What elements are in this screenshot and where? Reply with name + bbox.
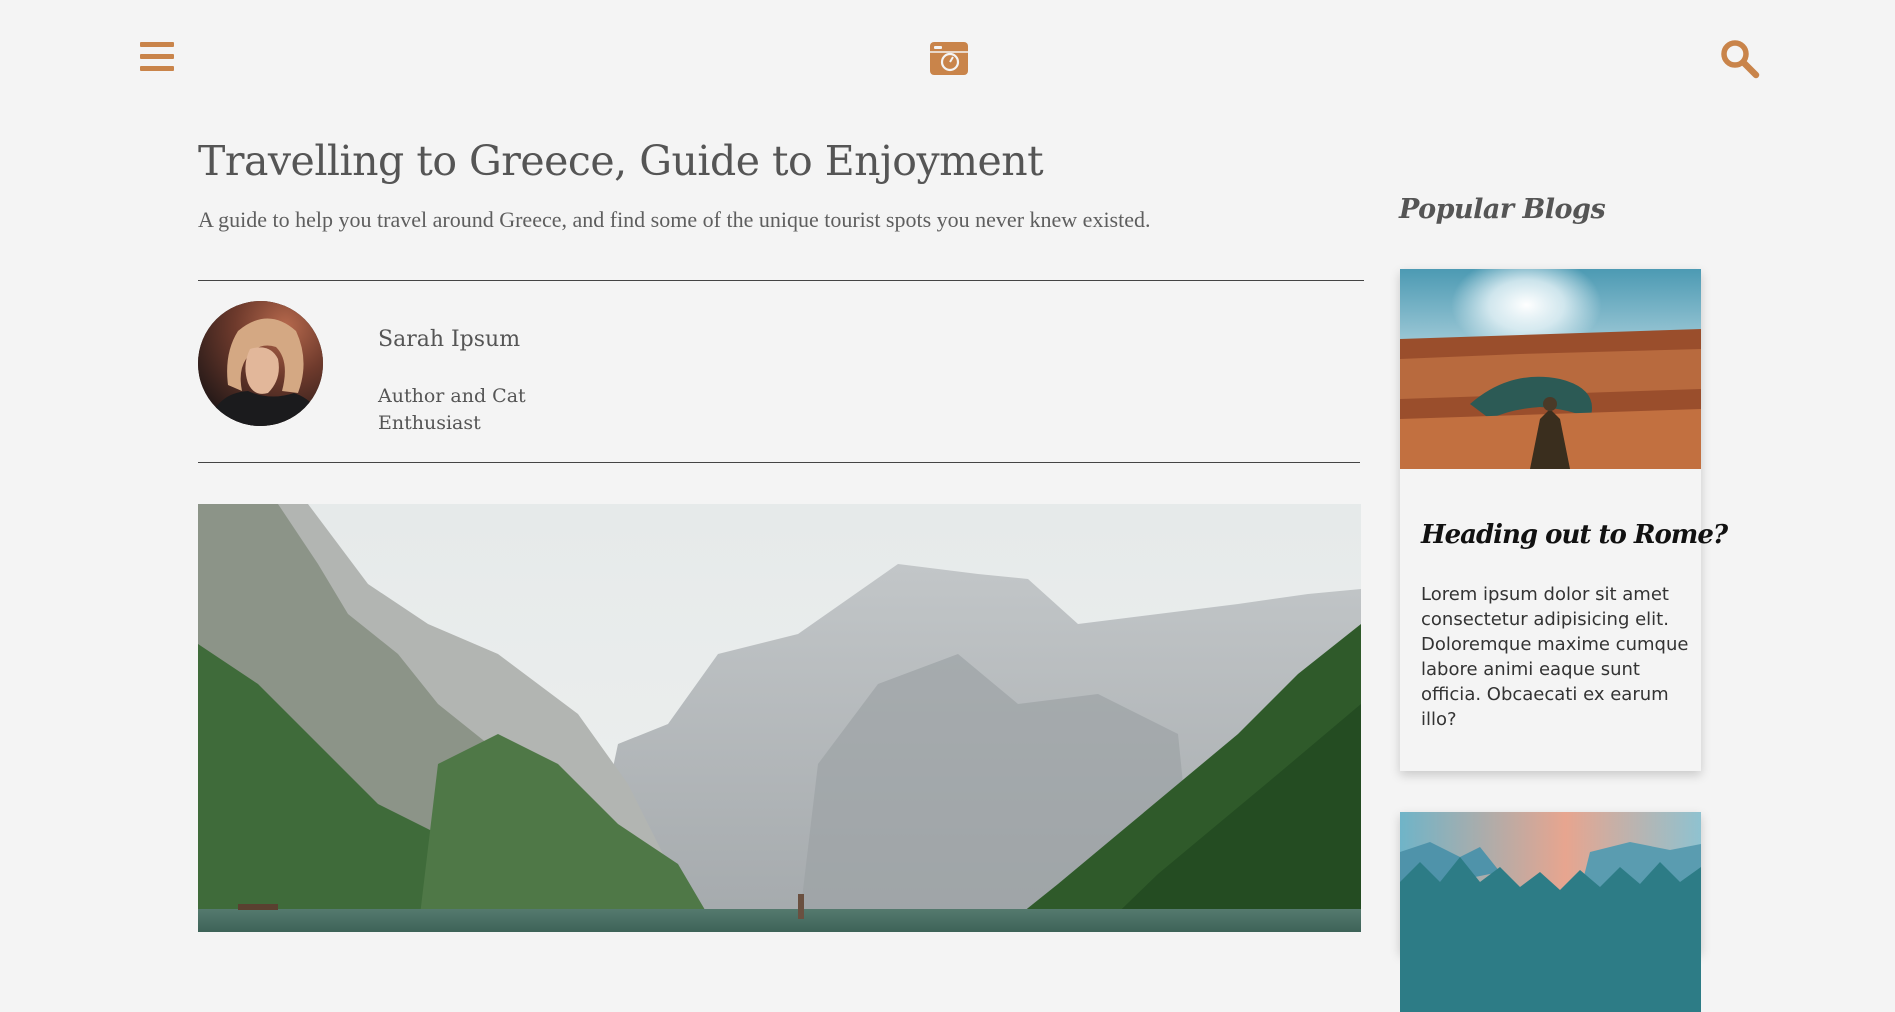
blog-card-rome[interactable]: Heading out to Rome? Lorem ipsum dolor s…: [1400, 269, 1728, 771]
article-title: Travelling to Greece, Guide to Enjoyment: [198, 137, 1044, 185]
author-name: Sarah Ipsum: [378, 327, 521, 352]
camera-logo-icon[interactable]: [929, 40, 969, 76]
hamburger-menu-icon[interactable]: [140, 42, 176, 74]
blog-card-forest-image: [1400, 812, 1701, 1012]
article-subtitle: A guide to help you travel around Greece…: [198, 207, 1151, 232]
blog-card-excerpt: Lorem ipsum dolor sit amet consectetur a…: [1421, 584, 1689, 730]
article-header: Travelling to Greece, Guide to Enjoyment…: [198, 130, 1364, 234]
top-navigation-bar: [0, 0, 1895, 115]
blog-card-title[interactable]: Heading out to Rome?: [1421, 517, 1728, 553]
hero-mountain-lake-image: [198, 504, 1361, 932]
blog-card-forest[interactable]: [1400, 812, 1701, 1012]
author-role: Author and Cat Enthusiast: [378, 385, 526, 434]
top-divider: [198, 280, 1364, 281]
author-avatar: [198, 301, 323, 426]
search-icon[interactable]: [1719, 38, 1761, 80]
blog-card-canyon-image: [1400, 269, 1701, 469]
popular-blogs-heading: Popular Blogs: [1399, 194, 1606, 225]
bottom-divider: [198, 462, 1360, 463]
